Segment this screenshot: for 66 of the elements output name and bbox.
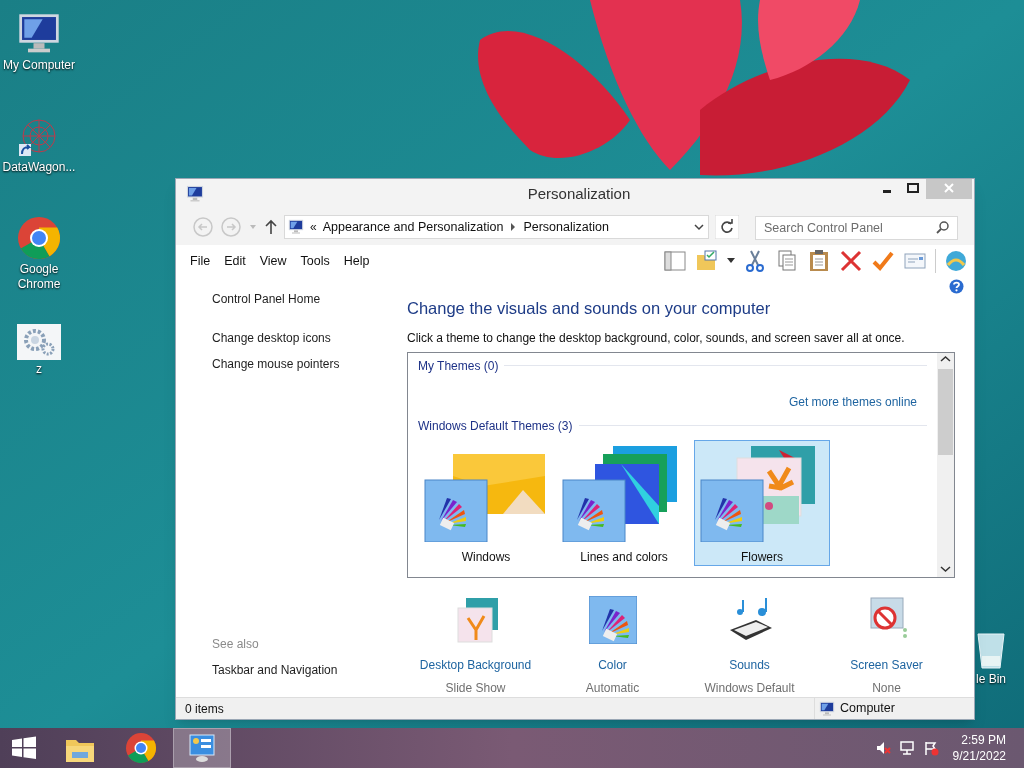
taskbar-app[interactable] [173,728,231,768]
desktop-icon-label[interactable]: Google Chrome [0,262,78,292]
themes-link[interactable]: Get more themes online [788,392,917,411]
see-also-heading: See also [212,636,259,653]
recycle-bin-icon [976,630,1006,670]
control-panel-icon [288,219,304,235]
computer-icon [819,700,835,717]
clipboard-icon[interactable] [807,249,831,273]
checkmark-icon[interactable] [871,249,895,273]
setting-link[interactable]: Color [598,655,627,674]
desktop-icon-label[interactable]: DataWagon... [2,160,76,175]
dropdown-caret-icon[interactable] [727,258,735,264]
page-description: Click a theme to change the desktop background, color, sounds, and screen saver all at once. [407,329,905,347]
sidebar-link[interactable]: Taskbar and Navigation [212,661,338,679]
chrome-icon [123,730,159,766]
sidebar-link[interactable]: Control Panel Home [212,290,321,308]
help-icon[interactable] [949,279,964,294]
setting-link[interactable]: Sounds [729,655,770,674]
setting-link[interactable]: Screen Saver [850,655,923,674]
menu-item[interactable]: Edit [220,251,250,271]
breadcrumb-item[interactable]: Appearance and Personalization [322,217,504,237]
theme-tile[interactable]: Flowers [694,439,830,566]
desktop-icon-label[interactable]: z [36,362,42,377]
network-icon[interactable] [898,740,915,756]
setting-value: Windows Default [704,679,795,697]
menu-item[interactable]: Help [339,251,374,271]
group-heading: My Themes (0) [418,357,499,375]
setting-value: None [872,679,901,697]
gears-icon [17,324,61,360]
breadcrumb-arrow-icon [509,222,518,232]
status-location: Computer [840,700,895,718]
search-icon [936,220,950,234]
control-panel-icon [186,185,204,203]
chevron-text: « [310,219,317,236]
speaker-muted-icon[interactable] [874,740,891,756]
page-heading: Change the visuals and sounds on your computer [407,298,771,319]
dropdown-caret-icon[interactable] [693,222,705,232]
menu-item[interactable]: Tools [296,251,334,271]
menu-item[interactable]: File [186,251,215,271]
window-title: Personalization [527,183,631,204]
group-heading: Windows Default Themes (3) [418,417,573,435]
flag-icon[interactable] [922,740,939,756]
menu-item[interactable]: View [255,251,291,271]
scrollbar-drawing[interactable] [937,352,954,577]
clock-time[interactable]: 2:59 PM [961,732,1006,748]
color-palette-icon[interactable] [588,595,637,644]
delete-x-icon[interactable] [839,249,863,273]
setting-value: Slide Show [445,679,506,697]
setting-value: Automatic [585,679,640,697]
folder-check-icon[interactable] [695,249,719,273]
refresh-icon[interactable] [715,215,739,239]
clock-date[interactable]: 9/21/2022 [952,748,1006,764]
status-text: 0 items [185,700,224,718]
up-arrow-icon[interactable] [264,219,278,235]
sidebar-link[interactable]: Change desktop icons [212,329,331,347]
theme-tile[interactable]: Lines and colors [556,439,692,566]
desktop-icon-label[interactable]: le Bin [976,672,1007,687]
address-bar[interactable]: « Appearance and Personalization Personalization [284,215,709,239]
desktop-icon-label[interactable]: My Computer [3,58,75,73]
sidebar-link[interactable]: Change mouse pointers [212,355,340,373]
scissors-icon[interactable] [743,249,767,273]
theme-tile[interactable]: Windows [418,439,554,566]
chrome-icon [17,216,61,260]
setting-link[interactable]: Desktop Background [419,655,532,674]
breadcrumb-item[interactable]: Personalization [523,217,609,237]
search-field[interactable]: Search Control Panel [755,216,958,240]
